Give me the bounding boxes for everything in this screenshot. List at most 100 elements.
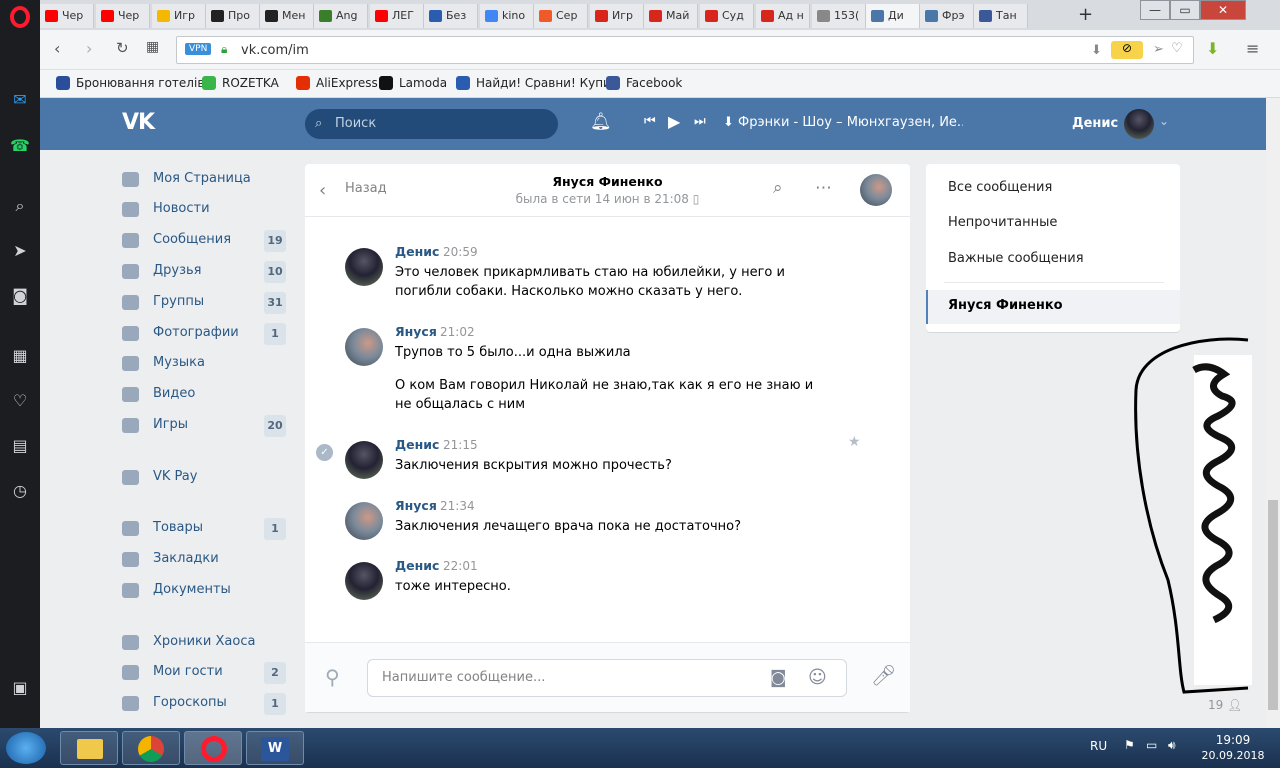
message-time[interactable]: 20:59 bbox=[443, 245, 478, 259]
message-author-avatar[interactable] bbox=[345, 441, 383, 479]
apps-icon[interactable]: ▦ bbox=[10, 346, 30, 366]
user-name[interactable]: Денис bbox=[1072, 116, 1118, 131]
opera-logo-icon[interactable] bbox=[10, 6, 30, 28]
selected-conversation[interactable]: Януся Финенко bbox=[926, 290, 1180, 324]
nav-item[interactable]: Фотографии 1 bbox=[120, 318, 290, 348]
browser-tab[interactable]: ЛЕГ bbox=[370, 4, 424, 28]
clock-date[interactable]: 20.09.2018 bbox=[1200, 749, 1266, 762]
browser-tab[interactable]: Ang bbox=[314, 4, 368, 28]
message-author[interactable]: Денис bbox=[395, 437, 439, 452]
nav-item[interactable]: Сообщения 19 bbox=[120, 225, 290, 255]
bookmark-item[interactable]: Бронювання готелів bbox=[56, 76, 204, 90]
minimize-button[interactable]: — bbox=[1140, 0, 1170, 20]
nav-item[interactable]: Мои гости 2 bbox=[120, 657, 290, 687]
page-scrollbar[interactable] bbox=[1266, 98, 1280, 728]
message-author[interactable]: Денис bbox=[395, 558, 439, 573]
nav-item[interactable]: Хроники Хаоса bbox=[120, 627, 290, 657]
browser-tab[interactable]: Мен bbox=[260, 4, 314, 28]
search-input[interactable]: ⌕ Поиск bbox=[305, 109, 558, 139]
next-track-icon[interactable]: ⏭ bbox=[694, 114, 706, 129]
voice-message-mic-icon[interactable]: 🎤︎ bbox=[871, 663, 896, 687]
send-icon[interactable]: ➤ bbox=[10, 241, 30, 261]
bookmark-item[interactable]: ROZETKA bbox=[202, 76, 279, 90]
sidebar-toggle-icon[interactable]: ▣ bbox=[10, 678, 30, 698]
nav-item[interactable]: Закладки bbox=[120, 544, 290, 574]
message-author-avatar[interactable] bbox=[345, 328, 383, 366]
message-time[interactable]: 21:34 bbox=[440, 499, 475, 513]
scrollbar-thumb[interactable] bbox=[1268, 500, 1278, 710]
browser-tab[interactable]: Тан bbox=[974, 4, 1028, 28]
opera-taskbar-icon[interactable] bbox=[184, 731, 242, 765]
adblock-icon[interactable]: ⊘ bbox=[1111, 41, 1143, 59]
browser-tab[interactable]: Про bbox=[206, 4, 260, 28]
browser-tab[interactable]: Игр bbox=[590, 4, 644, 28]
chrome-taskbar-icon[interactable] bbox=[122, 731, 180, 765]
nav-item[interactable]: Друзья 10 bbox=[120, 256, 290, 286]
news-icon[interactable]: ▤ bbox=[10, 436, 30, 456]
browser-tab[interactable]: Сер bbox=[534, 4, 588, 28]
browser-tab[interactable]: Ди bbox=[866, 4, 920, 28]
message-author[interactable]: Денис bbox=[395, 244, 439, 259]
clock-time[interactable]: 19:09 bbox=[1200, 733, 1266, 747]
now-playing[interactable]: ⬇ Фрэнки - Шоу – Мюнхгаузен, Ие... bbox=[723, 115, 963, 130]
maximize-button[interactable]: ▭ bbox=[1170, 0, 1200, 20]
message-author[interactable]: Януся bbox=[395, 324, 437, 339]
user-menu-chevron-icon[interactable]: ⌄ bbox=[1159, 114, 1169, 128]
browser-tab[interactable]: Игр bbox=[152, 4, 206, 28]
bookmark-item[interactable]: Lamoda bbox=[379, 76, 447, 90]
play-icon[interactable]: ▶ bbox=[668, 112, 680, 131]
notifications-bell-icon[interactable]: 🔔︎ bbox=[590, 112, 612, 132]
word-taskbar-icon[interactable]: W bbox=[246, 731, 304, 765]
nav-item[interactable]: Видео bbox=[120, 379, 290, 409]
message-author-avatar[interactable] bbox=[345, 562, 383, 600]
share-icon[interactable]: ➢ bbox=[1153, 42, 1164, 57]
message-time[interactable]: 22:01 bbox=[443, 559, 478, 573]
bookmark-item[interactable]: AliExpress bbox=[296, 76, 378, 90]
filter-important[interactable]: Важные сообщения bbox=[948, 251, 1084, 266]
bookmark-item[interactable]: Facebook bbox=[606, 76, 682, 90]
search-icon[interactable]: ⌕ bbox=[10, 196, 30, 216]
user-avatar[interactable] bbox=[1124, 109, 1154, 139]
message-time[interactable]: 21:02 bbox=[440, 325, 475, 339]
browser-tab[interactable]: Суд bbox=[700, 4, 754, 28]
filter-unread[interactable]: Непрочитанные bbox=[948, 215, 1057, 230]
extension-download-icon[interactable]: ⬇ bbox=[1206, 39, 1219, 58]
back-nav-icon[interactable]: ‹ bbox=[54, 39, 60, 58]
browser-tab[interactable]: Фрэ bbox=[920, 4, 974, 28]
back-link[interactable]: Назад bbox=[345, 181, 387, 196]
nav-item[interactable]: Музыка bbox=[120, 348, 290, 378]
browser-tab[interactable]: Чер bbox=[40, 4, 94, 28]
tray-network-icon[interactable]: ▭ bbox=[1146, 738, 1157, 752]
attach-paperclip-icon[interactable]: ⚲ bbox=[325, 665, 340, 689]
contact-name[interactable]: Януся Финенко bbox=[505, 174, 710, 189]
filter-all-messages[interactable]: Все сообщения bbox=[948, 180, 1052, 195]
emoji-icon[interactable]: ☺ bbox=[808, 660, 827, 696]
vk-logo[interactable]: VK bbox=[122, 110, 155, 135]
vpn-badge[interactable]: VPN bbox=[185, 43, 212, 55]
start-button[interactable] bbox=[6, 732, 46, 764]
nav-item[interactable]: Игры 20 bbox=[120, 410, 290, 440]
reload-icon[interactable]: ↻ bbox=[116, 39, 129, 57]
camera-attach-icon[interactable]: ◙ bbox=[770, 660, 787, 696]
url-field[interactable]: VPN 🔒︎ vk.com/im ⬇ ⊘ ➢ ♡ bbox=[176, 36, 1194, 64]
message-author-avatar[interactable] bbox=[345, 248, 383, 286]
nav-item[interactable]: VK Pay bbox=[120, 462, 290, 492]
explorer-taskbar-icon[interactable] bbox=[60, 731, 118, 765]
nav-item[interactable]: Моя Страница bbox=[120, 164, 290, 194]
nav-item[interactable]: Группы 31 bbox=[120, 287, 290, 317]
bookmark-heart-icon[interactable]: ♡ bbox=[1171, 41, 1183, 56]
message-author[interactable]: Януся bbox=[395, 498, 437, 513]
whatsapp-icon[interactable]: ☎ bbox=[10, 136, 30, 156]
message-input[interactable]: Напишите сообщение... ◙ ☺ bbox=[367, 659, 847, 697]
browser-tab[interactable]: 153( bbox=[812, 4, 866, 28]
tray-flag-icon[interactable]: ⚑ bbox=[1124, 738, 1135, 752]
keyboard-language[interactable]: RU bbox=[1090, 739, 1107, 753]
nav-item[interactable]: Новости bbox=[120, 194, 290, 224]
heart-icon[interactable]: ♡ bbox=[10, 391, 30, 411]
speed-dial-icon[interactable]: ▦ bbox=[146, 39, 159, 55]
nav-item[interactable]: Товары 1 bbox=[120, 513, 290, 543]
previous-track-icon[interactable]: ⏮ bbox=[644, 114, 656, 129]
nav-item[interactable]: Документы bbox=[120, 575, 290, 605]
forward-nav-icon[interactable]: › bbox=[86, 39, 92, 58]
browser-tab[interactable]: Без bbox=[424, 4, 478, 28]
